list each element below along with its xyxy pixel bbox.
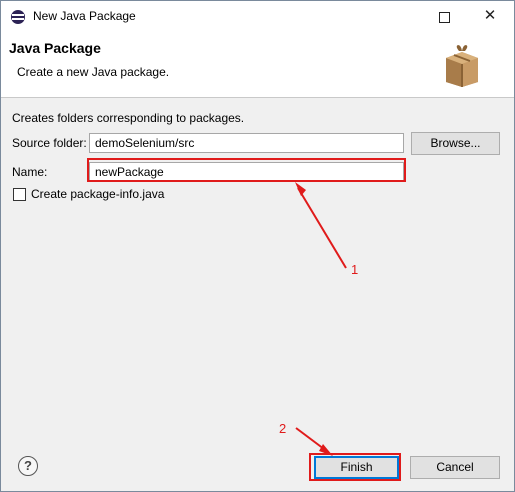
maximize-button[interactable] [421, 1, 467, 31]
annotation-box-name-field [87, 158, 406, 182]
window-title: New Java Package [33, 9, 136, 23]
annotation-box-finish-button [309, 453, 401, 481]
browse-button[interactable]: Browse... [411, 132, 500, 155]
package-info-checkbox[interactable] [13, 188, 26, 201]
close-icon: ✕ [483, 7, 497, 24]
source-folder-label: Source folder: [12, 136, 87, 150]
close-button[interactable]: ✕ [467, 1, 513, 31]
page-title: Java Package [9, 40, 101, 56]
annotation-step-2-label: 2 [279, 421, 287, 436]
package-box-icon [446, 45, 478, 87]
page-subtitle: Create a new Java package. [17, 65, 170, 79]
cancel-button[interactable]: Cancel [410, 456, 500, 479]
maximize-icon [438, 11, 450, 23]
annotation-step-1-label: 1 [351, 262, 359, 277]
name-label: Name: [12, 165, 48, 179]
new-java-package-dialog: New Java Package ✕ Java Package Create a… [0, 0, 515, 492]
header-banner: Java Package Create a new Java package. [1, 32, 514, 98]
help-icon[interactable]: ? [18, 456, 38, 476]
title-bar: New Java Package ✕ [1, 1, 514, 32]
eclipse-app-icon [11, 10, 25, 24]
info-text: Creates folders corresponding to package… [12, 111, 245, 125]
package-info-label[interactable]: Create package-info.java [31, 187, 164, 201]
source-folder-field[interactable]: demoSelenium/src [89, 133, 404, 153]
